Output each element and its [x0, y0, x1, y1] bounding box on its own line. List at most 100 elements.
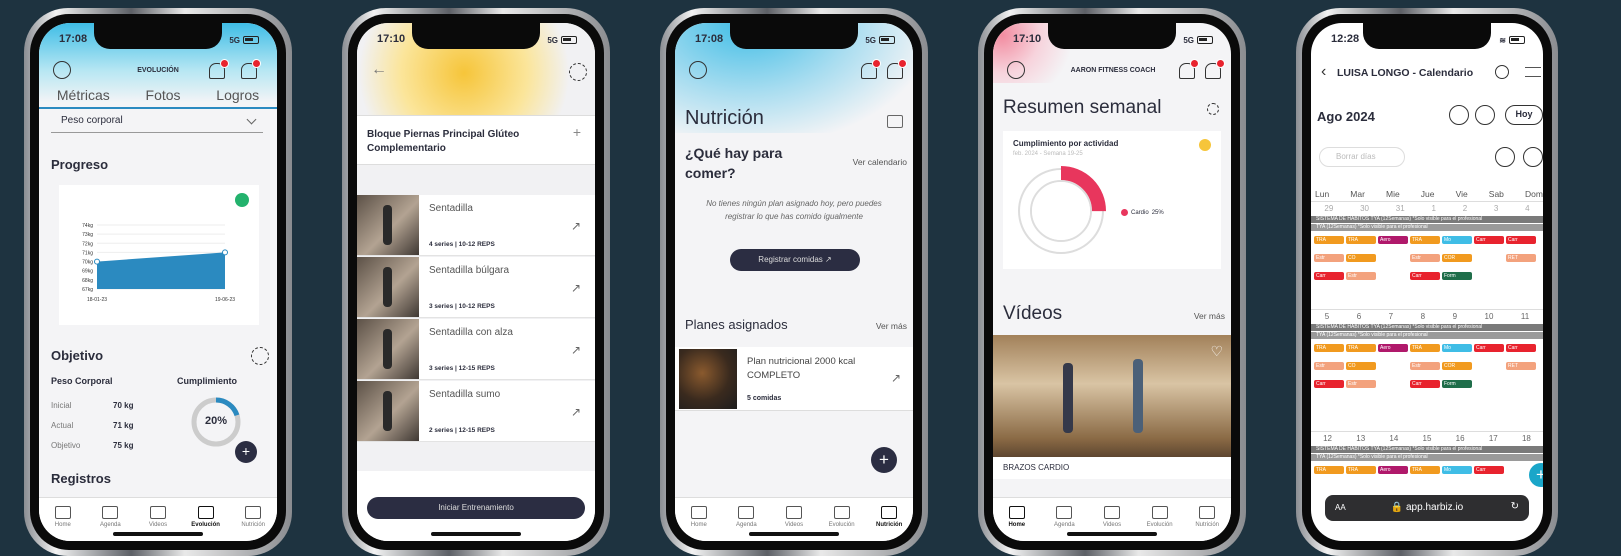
- event-chip[interactable]: Aero: [1378, 466, 1408, 474]
- browser-address-bar[interactable]: AA 🔒 app.harbiz.io ↻: [1325, 495, 1529, 521]
- event-chip[interactable]: Mo: [1442, 344, 1472, 352]
- event-chip[interactable]: Form: [1442, 380, 1472, 388]
- block-header[interactable]: Bloque Piernas Principal Glúteo Compleme…: [357, 115, 595, 165]
- tab-home[interactable]: Home: [43, 506, 83, 528]
- event-chip[interactable]: Mo: [1442, 236, 1472, 244]
- event-chip[interactable]: Form: [1442, 272, 1472, 280]
- day-number[interactable]: 12: [1323, 434, 1332, 443]
- data-point[interactable]: [94, 258, 100, 265]
- day-number[interactable]: 2: [1463, 204, 1467, 213]
- event-chip[interactable]: TRA: [1346, 344, 1376, 352]
- prev-month-button[interactable]: [1449, 105, 1469, 125]
- exercise-row[interactable]: Sentadilla sumo 2 series | 12-15 REPS ↗: [357, 381, 595, 442]
- day-number[interactable]: 18: [1522, 434, 1531, 443]
- tab-metricas[interactable]: Métricas: [57, 87, 110, 107]
- event-chip[interactable]: COR: [1442, 254, 1472, 262]
- event-chip[interactable]: Carr: [1474, 236, 1504, 244]
- day-number[interactable]: 1: [1431, 204, 1435, 213]
- plan-card[interactable]: Plan nutricional 2000 kcal COMPLETO 5 co…: [675, 347, 913, 411]
- day-number[interactable]: 17: [1489, 434, 1498, 443]
- event-chip[interactable]: TRA: [1314, 344, 1344, 352]
- add-button[interactable]: +: [235, 441, 257, 463]
- event-chip[interactable]: Carr: [1506, 236, 1536, 244]
- view-more-link[interactable]: Ver más: [876, 321, 907, 331]
- register-meals-button[interactable]: Registrar comidas ↗: [730, 249, 860, 271]
- profile-icon[interactable]: [1007, 61, 1025, 79]
- event-chip[interactable]: RET: [1506, 362, 1536, 370]
- event-chip[interactable]: Carr: [1506, 344, 1536, 352]
- habit-bar[interactable]: SISTEMA DE HÁBITOS TYA (12Semanas) *Solo…: [1311, 324, 1543, 331]
- gear-icon[interactable]: [1207, 103, 1219, 115]
- reload-icon[interactable]: ↻: [1511, 501, 1519, 512]
- tab-evolucion[interactable]: Evolución: [822, 506, 862, 528]
- day-number[interactable]: 8: [1421, 312, 1425, 321]
- tab-nutricion[interactable]: Nutrición: [869, 506, 909, 528]
- program-bar[interactable]: TYA (12Semanas) *Solo visible para el pr…: [1311, 332, 1543, 339]
- event-chip[interactable]: Estr: [1314, 362, 1344, 370]
- clipboard-icon[interactable]: [1495, 147, 1515, 167]
- day-number[interactable]: 30: [1360, 204, 1369, 213]
- tab-videos[interactable]: Videos: [774, 506, 814, 528]
- data-point[interactable]: [222, 249, 228, 256]
- event-chip[interactable]: Carr: [1474, 466, 1504, 474]
- tab-nutricion[interactable]: Nutrición: [1187, 506, 1227, 528]
- back-arrow-icon[interactable]: ←: [371, 61, 387, 79]
- event-chip[interactable]: Aero: [1378, 236, 1408, 244]
- event-chip[interactable]: Carr: [1410, 272, 1440, 280]
- gear-icon[interactable]: [251, 347, 269, 365]
- tab-nutricion[interactable]: Nutrición: [233, 506, 273, 528]
- day-number[interactable]: 7: [1389, 312, 1393, 321]
- next-month-button[interactable]: [1475, 105, 1495, 125]
- event-chip[interactable]: CO: [1346, 362, 1376, 370]
- start-training-button[interactable]: Iniciar Entrenamiento: [367, 497, 585, 519]
- event-chip[interactable]: TRA: [1314, 236, 1344, 244]
- event-chip[interactable]: TRA: [1410, 466, 1440, 474]
- program-bar[interactable]: TYA (12Semanas) *Solo visible para el pr…: [1311, 454, 1543, 461]
- view-more-link[interactable]: Ver más: [1194, 311, 1225, 321]
- tab-fotos[interactable]: Fotos: [146, 87, 181, 107]
- day-number[interactable]: 14: [1389, 434, 1398, 443]
- event-chip[interactable]: CO: [1346, 254, 1376, 262]
- event-chip[interactable]: Mo: [1442, 466, 1472, 474]
- day-number[interactable]: 9: [1453, 312, 1457, 321]
- tab-home[interactable]: Home: [679, 506, 719, 528]
- tab-home[interactable]: Home: [997, 506, 1037, 528]
- event-chip[interactable]: Estr: [1410, 254, 1440, 262]
- gear-icon[interactable]: [569, 63, 587, 81]
- menu-book-icon[interactable]: [887, 115, 903, 128]
- event-chip[interactable]: Estr: [1346, 380, 1376, 388]
- menu-icon[interactable]: [1525, 67, 1541, 77]
- event-chip[interactable]: Carr: [1474, 344, 1504, 352]
- day-number[interactable]: 6: [1357, 312, 1361, 321]
- event-chip[interactable]: Carr: [1314, 272, 1344, 280]
- event-chip[interactable]: Carr: [1410, 380, 1440, 388]
- heart-icon[interactable]: ♡: [1210, 343, 1223, 360]
- day-number[interactable]: 11: [1521, 312, 1529, 321]
- program-bar[interactable]: TYA (12Semanas) *Solo visible para el pr…: [1311, 224, 1543, 231]
- delete-days-button[interactable]: Borrar días: [1319, 147, 1405, 167]
- event-chip[interactable]: COR: [1442, 362, 1472, 370]
- event-chip[interactable]: RET: [1506, 254, 1536, 262]
- view-calendar-link[interactable]: Ver calendario: [853, 157, 907, 167]
- video-thumbnail[interactable]: ♡: [993, 335, 1231, 457]
- event-chip[interactable]: Estr: [1346, 272, 1376, 280]
- tab-evolucion[interactable]: Evolución: [1140, 506, 1180, 528]
- tab-videos[interactable]: Videos: [1092, 506, 1132, 528]
- help-icon[interactable]: [1495, 65, 1509, 79]
- metric-select[interactable]: Peso corporal: [51, 114, 263, 133]
- day-number[interactable]: 16: [1456, 434, 1465, 443]
- event-chip[interactable]: TRA: [1346, 236, 1376, 244]
- habit-bar[interactable]: SISTEMA DE HÁBITOS TYA (12Semanas) *Solo…: [1311, 216, 1543, 223]
- day-number[interactable]: 15: [1423, 434, 1432, 443]
- tab-evolucion[interactable]: Evolución: [186, 506, 226, 528]
- event-chip[interactable]: Estr: [1410, 362, 1440, 370]
- habit-bar[interactable]: SISTEMA DE HÁBITOS TYA (12Semanas) *Solo…: [1311, 446, 1543, 453]
- exercise-row[interactable]: Sentadilla 4 series | 10-12 REPS ↗: [357, 195, 595, 256]
- day-number[interactable]: 4: [1525, 204, 1529, 213]
- day-number[interactable]: 5: [1325, 312, 1329, 321]
- day-number[interactable]: 29: [1324, 204, 1333, 213]
- event-chip[interactable]: TRA: [1410, 236, 1440, 244]
- day-number[interactable]: 10: [1485, 312, 1494, 321]
- event-chip[interactable]: Aero: [1378, 344, 1408, 352]
- event-chip[interactable]: TRA: [1410, 344, 1440, 352]
